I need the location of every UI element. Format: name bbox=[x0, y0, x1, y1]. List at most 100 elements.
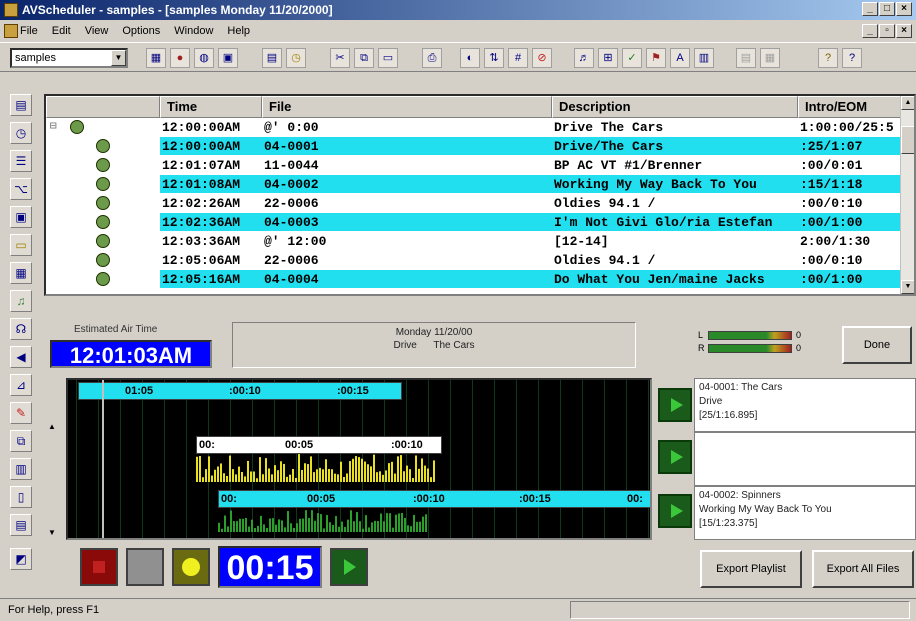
check-icon[interactable]: ✓ bbox=[622, 48, 642, 68]
tree-expander-icon[interactable]: ⊟ bbox=[50, 118, 57, 137]
waveform-track-3 bbox=[218, 510, 427, 532]
cue-button[interactable] bbox=[172, 548, 210, 586]
paste-icon[interactable]: ▭ bbox=[378, 48, 398, 68]
flag-icon[interactable]: ⚑ bbox=[646, 48, 666, 68]
cue-box-1[interactable]: 04-0001: The Cars Drive [25/1:16.895] bbox=[694, 378, 916, 432]
export-all-files-button[interactable]: Export All Files bbox=[812, 550, 914, 588]
chart-icon[interactable]: ◩ bbox=[10, 548, 32, 570]
play-button[interactable] bbox=[330, 548, 368, 586]
table-row[interactable]: 12:05:16AM 04-0004 Do What You Jen/maine J… bbox=[46, 270, 904, 289]
number-icon[interactable]: # bbox=[508, 48, 528, 68]
disabled-icon[interactable]: ▤ bbox=[736, 48, 756, 68]
schedule-combo[interactable]: samples ▼ bbox=[10, 48, 128, 68]
save-icon[interactable]: ▣ bbox=[218, 48, 238, 68]
document-icon[interactable]: ▯ bbox=[10, 486, 32, 508]
report-icon[interactable]: ▤ bbox=[10, 514, 32, 536]
table-row[interactable]: 12:00:00AM @' 0:00 Drive The Cars 1:00:00/2… bbox=[46, 118, 904, 137]
sort-icon[interactable]: ⇅ bbox=[484, 48, 504, 68]
header-intro-eom[interactable]: Intro/EOM bbox=[798, 96, 904, 118]
pause-button[interactable] bbox=[126, 548, 164, 586]
play-button-3[interactable] bbox=[658, 494, 692, 528]
done-button[interactable]: Done bbox=[842, 326, 912, 364]
cue-3-line3: [15/1:23.375] bbox=[699, 518, 758, 529]
log-icon[interactable]: ▤ bbox=[262, 48, 282, 68]
timeline-scroll[interactable]: ▲ ▼ bbox=[42, 378, 64, 540]
status-panel bbox=[570, 601, 910, 619]
calendar-icon[interactable]: ▦ bbox=[146, 48, 166, 68]
stack-icon[interactable]: ☰ bbox=[10, 150, 32, 172]
maximize-button[interactable]: □ bbox=[879, 2, 895, 16]
stop-button[interactable] bbox=[80, 548, 118, 586]
header-description[interactable]: Description bbox=[552, 96, 798, 118]
list-icon[interactable]: ▤ bbox=[10, 94, 32, 116]
cue-box-2[interactable] bbox=[694, 432, 916, 486]
globe-icon[interactable]: ◍ bbox=[194, 48, 214, 68]
clock-icon[interactable]: ◷ bbox=[10, 122, 32, 144]
scroll-thumb[interactable] bbox=[901, 126, 914, 154]
play-button-1[interactable] bbox=[658, 388, 692, 422]
menu-help[interactable]: Help bbox=[227, 25, 250, 37]
tree-icon[interactable]: ⌥ bbox=[10, 178, 32, 200]
menu-edit[interactable]: Edit bbox=[52, 25, 71, 37]
playhead-cursor[interactable] bbox=[102, 380, 104, 538]
mdi-close-button[interactable]: × bbox=[896, 24, 912, 38]
cut-icon[interactable]: ✂ bbox=[330, 48, 350, 68]
window-icon[interactable]: ▣ bbox=[10, 206, 32, 228]
export-playlist-button[interactable]: Export Playlist bbox=[700, 550, 802, 588]
header-file[interactable]: File bbox=[262, 96, 552, 118]
play-button-2[interactable] bbox=[658, 440, 692, 474]
columns-icon[interactable]: ▥ bbox=[694, 48, 714, 68]
menu-options[interactable]: Options bbox=[122, 25, 160, 37]
document-icon[interactable] bbox=[4, 24, 18, 38]
info-icon[interactable]: ◐ bbox=[460, 48, 480, 68]
grid-scrollbar[interactable]: ▲ ▼ bbox=[900, 96, 914, 294]
mdi-restore-button[interactable]: ▫ bbox=[879, 24, 895, 38]
table-row[interactable]: 12:01:07AM 11-0044 BP AC VT #1/Brenner:00/… bbox=[46, 156, 904, 175]
menu-view[interactable]: View bbox=[85, 25, 109, 37]
scroll-up-icon[interactable]: ▲ bbox=[48, 422, 56, 431]
table-icon[interactable]: ▦ bbox=[10, 262, 32, 284]
menu-window[interactable]: Window bbox=[174, 25, 213, 37]
waveform-sample bbox=[346, 473, 348, 482]
music-icon[interactable]: ♫ bbox=[10, 290, 32, 312]
stairs-icon[interactable]: ⊿ bbox=[10, 374, 32, 396]
clock-icon[interactable]: ◷ bbox=[286, 48, 306, 68]
table-row[interactable]: 12:05:06AM 22-0006 Oldies 94.1 /:00/0:10 bbox=[46, 251, 904, 270]
cell-intro-eom: :00/0:10 bbox=[800, 196, 863, 211]
grid-icon[interactable]: ⊞ bbox=[598, 48, 618, 68]
text-icon[interactable]: A bbox=[670, 48, 690, 68]
menu-file[interactable]: File bbox=[20, 25, 38, 37]
scroll-down-icon[interactable]: ▼ bbox=[48, 528, 56, 537]
waveform-timeline[interactable]: 01:05 :00:10 :00:15 00: 00:05 :00:10 00:… bbox=[66, 378, 652, 540]
folder-icon[interactable]: ▭ bbox=[10, 234, 32, 256]
disabled-grid-icon[interactable]: ▦ bbox=[760, 48, 780, 68]
table-row[interactable]: 12:01:08AM 04-0002 Working My Way Back To … bbox=[46, 175, 904, 194]
header-time[interactable]: Time bbox=[160, 96, 262, 118]
mdi-minimize-button[interactable]: _ bbox=[862, 24, 878, 38]
waveform-sample bbox=[379, 471, 381, 482]
stop-icon[interactable]: ⊘ bbox=[532, 48, 552, 68]
music-icon[interactable]: ♬ bbox=[574, 48, 594, 68]
context-help-icon[interactable]: ? bbox=[842, 48, 862, 68]
scroll-down-icon[interactable]: ▼ bbox=[901, 280, 914, 294]
table-row[interactable]: 12:02:36AM 04-0003 I'm Not Givi Glo/ria Es… bbox=[46, 213, 904, 232]
close-button[interactable]: × bbox=[896, 2, 912, 16]
table-row[interactable]: 12:00:00AM 04-0001 Drive/The Cars:25/1:07 bbox=[46, 137, 904, 156]
waveform-sample bbox=[419, 521, 421, 532]
scroll-up-icon[interactable]: ▲ bbox=[901, 96, 914, 110]
waveform-sample bbox=[313, 472, 315, 482]
cue-box-3[interactable]: 04-0002: Spinners Working My Way Back To… bbox=[694, 486, 916, 540]
copy-icon[interactable]: ⧉ bbox=[354, 48, 374, 68]
table-row[interactable]: 12:03:36AM @' 12:00 [12-14] 2:00/1:30 bbox=[46, 232, 904, 251]
speaker-icon[interactable]: ◀ bbox=[10, 346, 32, 368]
print-icon[interactable]: ⎙ bbox=[422, 48, 442, 68]
copy-icon[interactable]: ⧉ bbox=[10, 430, 32, 452]
chevron-down-icon[interactable]: ▼ bbox=[111, 50, 126, 66]
pencil-icon[interactable]: ✎ bbox=[10, 402, 32, 424]
record-icon[interactable]: ● bbox=[170, 48, 190, 68]
minimize-button[interactable]: _ bbox=[862, 2, 878, 16]
voice-icon[interactable]: ☊ bbox=[10, 318, 32, 340]
table-row[interactable]: 12:02:26AM 22-0006 Oldies 94.1 /:00/0:10 bbox=[46, 194, 904, 213]
filmstrip-icon[interactable]: ▥ bbox=[10, 458, 32, 480]
help-icon[interactable]: ? bbox=[818, 48, 838, 68]
